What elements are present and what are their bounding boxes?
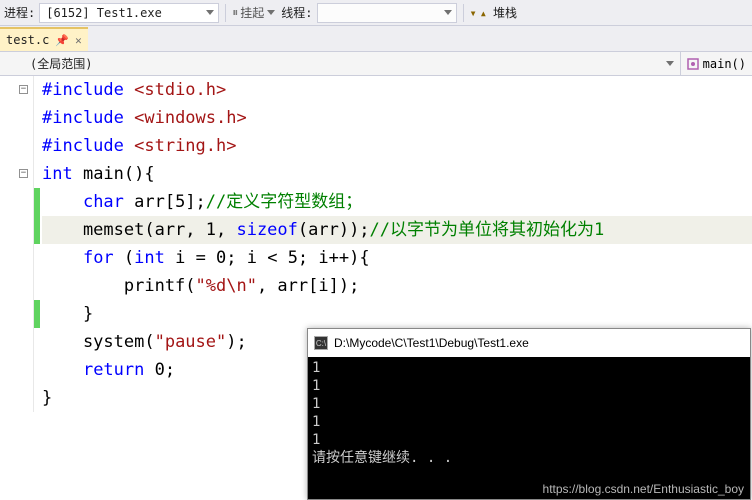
collapse-icon[interactable]: − [19,85,28,94]
process-label: 进程: [4,4,35,21]
collapse-icon[interactable]: − [19,169,28,178]
console-output: 1 1 1 1 1 请按任意键继续. . . [308,357,750,469]
tab-filename: test.c [6,33,49,47]
chevron-down-icon [666,61,674,66]
debug-toolbar: 进程: [6152] Test1.exe ⏸ 挂起 线程: ▾ ▴ 堆栈 [0,0,752,26]
process-value: [6152] Test1.exe [46,6,162,20]
process-dropdown[interactable]: [6152] Test1.exe [39,3,219,23]
thread-dropdown[interactable] [317,3,457,23]
console-icon: C:\ [314,336,328,350]
chevron-down-icon [267,10,275,15]
console-window[interactable]: C:\ D:\Mycode\C\Test1\Debug\Test1.exe 1 … [307,328,751,500]
tab-bar: test.c 📌 ✕ [0,26,752,52]
pin-icon[interactable]: 📌 [55,34,69,47]
thread-label: 线程: [281,4,312,21]
separator [463,4,464,22]
suspend-button[interactable]: ⏸ 挂起 [232,4,275,21]
watermark: https://blog.csdn.net/Enthusiastic_boy [543,482,744,496]
stack-label: 堆栈 [493,4,517,21]
stack-icon2: ▴ [480,6,487,20]
console-title-text: D:\Mycode\C\Test1\Debug\Test1.exe [334,336,529,350]
chevron-down-icon [444,10,452,15]
function-icon [687,58,699,70]
scope-dropdown-right[interactable]: main() [680,52,752,75]
separator [225,4,226,22]
change-indicator [34,76,40,412]
gutter: − − [0,76,34,412]
close-icon[interactable]: ✕ [75,34,82,47]
chevron-down-icon [206,10,214,15]
scope-bar: (全局范围) main() [0,52,752,76]
stack-icon: ▾ [470,6,477,20]
scope-dropdown-left[interactable]: (全局范围) [0,55,662,72]
file-tab-testc[interactable]: test.c 📌 ✕ [0,27,88,51]
console-titlebar[interactable]: C:\ D:\Mycode\C\Test1\Debug\Test1.exe [308,329,750,357]
